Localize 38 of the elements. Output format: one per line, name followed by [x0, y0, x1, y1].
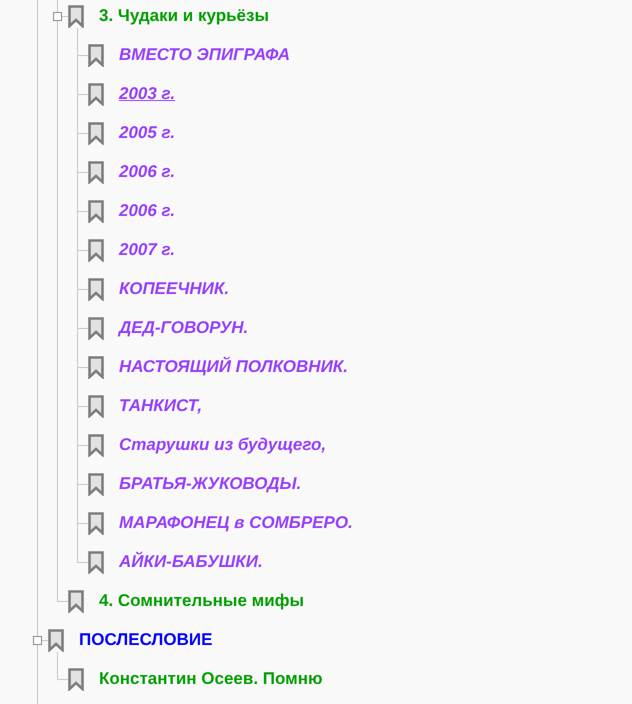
- bookmark-icon: [48, 629, 64, 652]
- bookmark-title[interactable]: ВМЕСТО ЭПИГРАФА: [119, 45, 290, 66]
- bookmark-title[interactable]: Константин Осеев. Помню: [99, 669, 323, 690]
- bookmark-title[interactable]: 2007 г.: [119, 240, 176, 261]
- bookmark-icon: [88, 200, 104, 223]
- expand-toggle[interactable]: [33, 636, 42, 645]
- bookmark-icon: [88, 473, 104, 496]
- bookmark-title[interactable]: МАРАФОНЕЦ в СОМБРЕРО.: [119, 513, 353, 534]
- bookmark-icon: [88, 551, 104, 574]
- bookmark-icon: [88, 317, 104, 340]
- bookmark-icon: [88, 83, 104, 106]
- bookmark-icon: [68, 5, 84, 28]
- bookmark-title[interactable]: БРАТЬЯ-ЖУКОВОДЫ.: [119, 474, 302, 495]
- bookmark-icon: [88, 512, 104, 535]
- bookmark-title[interactable]: АЙКИ-БАБУШКИ.: [119, 552, 263, 573]
- bookmark-title[interactable]: 4. Сомнительные мифы: [99, 591, 304, 612]
- bookmark-icon: [88, 395, 104, 418]
- bookmark-icon: [88, 239, 104, 262]
- bookmark-icon: [88, 161, 104, 184]
- bookmark-title[interactable]: ДЕД-ГОВОРУН.: [119, 318, 248, 339]
- bookmark-icon: [68, 590, 84, 613]
- bookmark-title[interactable]: Старушки из будущего,: [119, 435, 326, 456]
- expand-toggle[interactable]: [53, 12, 62, 21]
- bookmark-icon: [88, 434, 104, 457]
- bookmark-title[interactable]: 2005 г.: [119, 123, 176, 144]
- bookmark-title[interactable]: НАСТОЯЩИЙ ПОЛКОВНИК.: [119, 357, 348, 378]
- bookmark-icon: [68, 668, 84, 691]
- bookmark-title[interactable]: 2003 г.: [119, 84, 176, 105]
- bookmark-title[interactable]: ПОСЛЕСЛОВИЕ: [79, 630, 212, 651]
- bookmark-title[interactable]: 2006 г.: [119, 162, 176, 183]
- bookmark-title[interactable]: 3. Чудаки и курьёзы: [99, 6, 269, 27]
- bookmark-icon: [88, 122, 104, 145]
- bookmark-icon: [88, 44, 104, 67]
- bookmark-title[interactable]: КОПЕЕЧНИК.: [119, 279, 230, 300]
- bookmark-title[interactable]: 2006 г.: [119, 201, 176, 222]
- bookmark-title[interactable]: ТАНКИСТ,: [119, 396, 202, 417]
- bookmark-icon: [88, 278, 104, 301]
- bookmark-icon: [88, 356, 104, 379]
